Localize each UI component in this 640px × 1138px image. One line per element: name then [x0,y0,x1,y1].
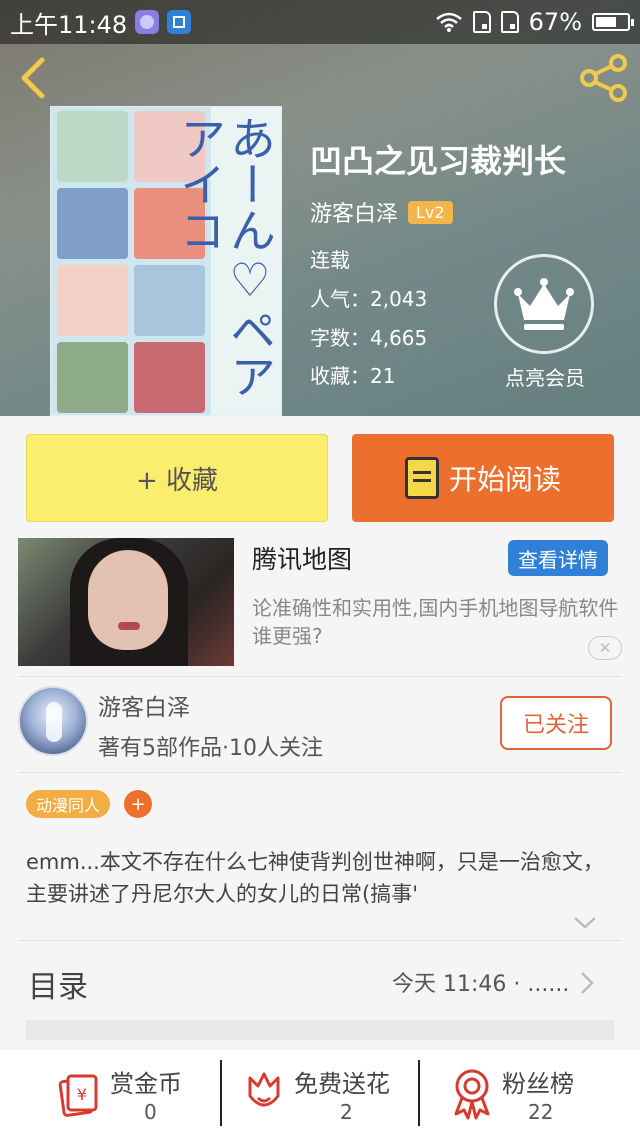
ad-title[interactable]: 腾讯地图 [252,540,352,576]
catalog-title[interactable]: 目录 [28,962,88,1006]
ad-close-icon[interactable]: ✕ [588,636,622,660]
status-time: 上午11:48 [10,10,128,39]
popularity-stat: 人气：2,043 [310,287,428,311]
vip-label[interactable]: 点亮会员 [480,362,610,391]
ad-details-button[interactable]: 查看详情 [508,540,608,576]
book-author[interactable]: 游客白泽 [310,196,398,228]
follow-button[interactable]: 已关注 [500,696,612,750]
level-badge: Lv2 [408,200,453,224]
avatar[interactable] [18,686,88,756]
divider [18,676,622,677]
serial-status: 连载 [310,248,350,272]
section-spacer [26,1020,614,1040]
book-cover[interactable]: あーん♡ペアアイコ [50,106,282,416]
add-tag-button[interactable]: + [124,790,152,818]
fan-ranking-button[interactable]: 粉丝榜 22 [420,1050,640,1138]
back-icon[interactable] [14,56,54,100]
battery-icon [592,13,634,31]
favorites-stat: 收藏：21 [310,364,396,388]
status-bar: 上午11:48 67% [0,0,640,44]
chevron-down-icon[interactable] [572,914,598,932]
word-count-stat: 字数：4,665 [310,326,428,350]
battery-percent: 67% [528,8,582,36]
vip-button[interactable] [494,254,594,354]
crown-icon [514,278,574,330]
bottom-bar: ¥ 赏金币 0 免费送花 2 粉丝榜 22 [0,1050,640,1138]
ad-image[interactable] [18,538,234,666]
book-intro[interactable]: emm...本文不存在什么七神使背判创世神啊，只是一治愈文，主要讲述了丹尼尔大人… [26,846,616,910]
author-stats: 著有5部作品·10人关注 [98,736,323,761]
chevron-right-icon[interactable] [578,970,596,996]
ad-description[interactable]: 论准确性和实用性,国内手机地图导航软件谁更强? [252,594,622,650]
wifi-icon [435,12,462,32]
book-icon [404,457,439,499]
screenshot-icon [167,10,192,34]
flower-icon [248,1072,280,1107]
divider [18,940,622,941]
favorite-button[interactable]: + 收藏 [26,434,328,522]
book-title: 凹凸之见习裁判长 [310,142,567,180]
share-icon[interactable] [578,54,630,102]
sim2-icon [500,11,519,33]
start-reading-button[interactable]: 开始阅读 [352,434,614,522]
svg-text:¥: ¥ [77,1085,87,1104]
send-flower-button[interactable]: 免费送花 2 [222,1050,418,1138]
tag-chip[interactable]: 动漫同人 [26,790,111,818]
sim1-icon [472,11,491,33]
author-name[interactable]: 游客白泽 [98,688,190,722]
reward-coins-button[interactable]: ¥ 赏金币 0 [0,1050,220,1138]
catalog-last-update[interactable]: 今天 11:46 · ...... [392,966,569,998]
ribbon-badge-icon [454,1069,490,1120]
app-notification-icon [135,10,160,34]
cover-title-art: あーん♡ペアアイコ [173,115,277,399]
divider [18,772,622,773]
red-envelope-icon: ¥ [58,1074,98,1117]
